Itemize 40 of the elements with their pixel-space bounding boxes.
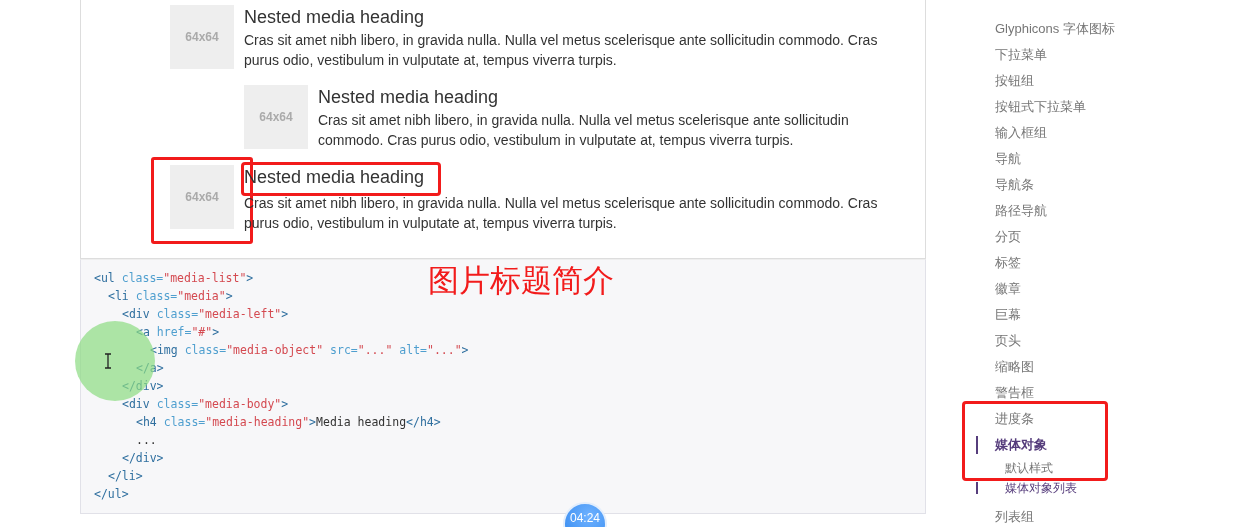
nav-link[interactable]: 缩略图: [976, 354, 1034, 380]
code-line: <a href="#">: [136, 324, 220, 341]
code-line: <h4 class="media-heading">Media heading</h4>: [136, 414, 441, 431]
code-line: <div class="media-body">: [122, 396, 289, 413]
nav-link[interactable]: 列表组: [976, 504, 1034, 527]
nav-link[interactable]: 警告框: [976, 380, 1034, 406]
nav-link[interactable]: 按钮式下拉菜单: [976, 94, 1086, 120]
code-line: </div>: [122, 450, 164, 467]
nav-link[interactable]: 标签: [976, 250, 1021, 276]
code-line: </li>: [108, 468, 143, 485]
image-size-label: 64x64: [259, 110, 293, 124]
nav-link[interactable]: 进度条: [976, 406, 1034, 432]
media-heading: Nested media heading: [244, 7, 425, 27]
media-heading: Nested media heading: [318, 87, 499, 107]
nav-link[interactable]: Glyphicons 字体图标: [976, 16, 1115, 42]
nav-sublink[interactable]: 默认样式: [976, 458, 1053, 478]
nav-link[interactable]: 输入框组: [976, 120, 1047, 146]
nav-sublink[interactable]: 媒体对象列表: [976, 478, 1077, 498]
text-cursor-icon: [104, 353, 112, 369]
nav-link[interactable]: 分页: [976, 224, 1021, 250]
code-line: <ul class="media-list">: [94, 270, 254, 287]
media-text: Cras sit amet nibh libero, in gravida nulla. Nulla vel metus scelerisque ante sollicitudin commodo. Cras purus odio, vestibulum in vulputate at, tempus viverra turpis.: [318, 111, 850, 150]
annotation-text: 图片标题简介: [428, 262, 614, 298]
nav-link[interactable]: 页头: [976, 328, 1021, 354]
code-line: <li class="media">: [108, 288, 233, 305]
nav-link[interactable]: 导航: [976, 146, 1021, 172]
code-line: </ul>: [94, 486, 129, 503]
nav-link[interactable]: 按钮组: [976, 68, 1034, 94]
code-line: <img class="media-object" src="..." alt="...">: [150, 342, 469, 359]
code-line: <div class="media-left">: [122, 306, 289, 323]
nav-link[interactable]: 下拉菜单: [976, 42, 1047, 68]
nav-link[interactable]: 导航条: [976, 172, 1034, 198]
code-line: ...: [136, 432, 157, 449]
image-size-label: 64x64: [185, 30, 219, 44]
nav-link[interactable]: 媒体对象: [976, 432, 1047, 458]
nav-link[interactable]: 路径导航: [976, 198, 1047, 224]
image-size-label: 64x64: [185, 190, 219, 204]
media-text: Cras sit amet nibh libero, in gravida nulla. Nulla vel metus scelerisque ante sollicitudin commodo. Cras purus odio, vestibulum in vulputate at, tempus viverra turpis.: [244, 31, 879, 70]
nav-link[interactable]: 巨幕: [976, 302, 1021, 328]
nav-link[interactable]: 徽章: [976, 276, 1021, 302]
